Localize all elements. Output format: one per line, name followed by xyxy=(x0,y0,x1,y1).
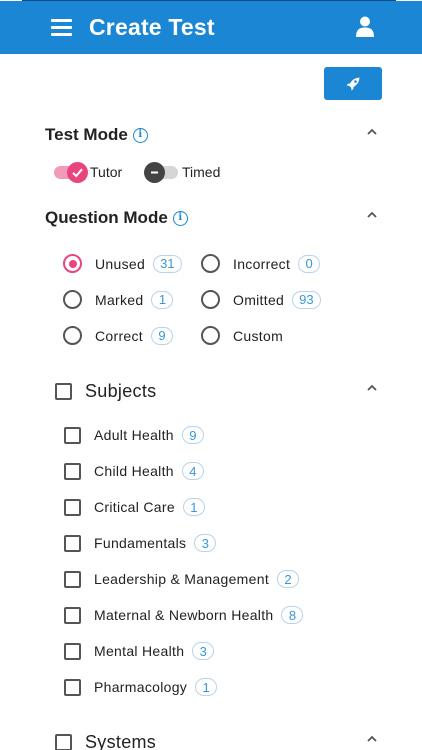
page-title: Create Test xyxy=(89,14,215,40)
subject-item-maternal-newborn-health[interactable]: Maternal & Newborn Health 8 xyxy=(64,606,304,624)
question-mode-option-omitted[interactable]: Omitted 93 xyxy=(201,290,321,309)
count-badge: 1 xyxy=(151,290,174,309)
count-badge: 2 xyxy=(277,570,300,588)
subject-item-child-health[interactable]: Child Health 4 xyxy=(64,462,204,480)
chevron-up-icon[interactable] xyxy=(366,209,378,221)
subjects-select-all[interactable]: Subjects xyxy=(55,381,156,402)
systems-select-all[interactable]: Systems xyxy=(55,732,156,750)
rocket-icon xyxy=(346,77,360,90)
radio-selected[interactable] xyxy=(63,254,82,273)
count-badge: 3 xyxy=(194,534,217,552)
chevron-up-icon[interactable] xyxy=(366,733,378,745)
checkbox[interactable] xyxy=(64,498,81,516)
app-header: Create Test xyxy=(0,1,422,54)
tutor-label: Tutor xyxy=(90,164,123,180)
minus-icon xyxy=(151,171,158,173)
info-icon[interactable]: i xyxy=(172,210,188,226)
question-mode-heading: Question Mode i xyxy=(45,208,188,228)
checkbox[interactable] xyxy=(64,606,81,624)
count-badge: 4 xyxy=(181,462,204,480)
chevron-up-icon[interactable] xyxy=(366,382,378,394)
count-badge: 9 xyxy=(151,326,173,345)
checkbox[interactable] xyxy=(64,534,81,552)
test-mode-title: Test Mode xyxy=(45,125,128,144)
subjects-title: Subjects xyxy=(85,381,157,401)
question-mode-option-incorrect[interactable]: Incorrect 0 xyxy=(201,254,321,273)
subject-item-mental-health[interactable]: Mental Health 3 xyxy=(64,642,215,660)
hamburger-menu-icon[interactable] xyxy=(51,19,72,37)
radio-button[interactable] xyxy=(201,254,220,273)
question-mode-title: Question Mode xyxy=(45,208,168,227)
checkbox[interactable] xyxy=(55,734,72,750)
user-icon[interactable] xyxy=(356,16,374,38)
count-badge: 1 xyxy=(195,678,218,696)
checkbox[interactable] xyxy=(64,678,81,696)
count-badge: 3 xyxy=(192,642,215,660)
count-badge: 8 xyxy=(281,606,304,624)
checkbox[interactable] xyxy=(64,462,81,480)
chevron-up-icon[interactable] xyxy=(366,126,378,138)
tutor-toggle[interactable]: Tutor xyxy=(54,161,123,183)
checkbox[interactable] xyxy=(64,570,81,588)
question-mode-option-unused[interactable]: Unused 31 xyxy=(63,254,182,273)
timed-toggle[interactable]: Timed xyxy=(144,161,221,183)
info-icon[interactable]: i xyxy=(132,127,148,143)
timed-label: Timed xyxy=(182,164,221,180)
count-badge: 31 xyxy=(153,254,182,273)
radio-button[interactable] xyxy=(201,326,220,345)
test-mode-heading: Test Mode i xyxy=(45,125,148,145)
checkbox[interactable] xyxy=(64,426,81,444)
subject-item-fundamentals[interactable]: Fundamentals 3 xyxy=(64,534,217,552)
launch-test-button[interactable] xyxy=(324,67,382,100)
subject-item-adult-health[interactable]: Adult Health 9 xyxy=(64,426,204,444)
question-mode-option-correct[interactable]: Correct 9 xyxy=(63,326,173,345)
question-mode-option-custom[interactable]: Custom xyxy=(201,326,283,345)
checkbox[interactable] xyxy=(55,383,72,400)
question-mode-option-marked[interactable]: Marked 1 xyxy=(63,290,174,309)
radio-button[interactable] xyxy=(63,326,82,345)
subject-item-critical-care[interactable]: Critical Care 1 xyxy=(64,498,205,516)
count-badge: 1 xyxy=(182,498,205,516)
radio-button[interactable] xyxy=(201,290,220,309)
count-badge: 93 xyxy=(292,290,321,309)
checkbox[interactable] xyxy=(64,642,81,660)
subject-item-leadership-management[interactable]: Leadership & Management 2 xyxy=(64,570,300,588)
subject-item-pharmacology[interactable]: Pharmacology 1 xyxy=(64,678,218,696)
count-badge: 9 xyxy=(181,426,204,444)
count-badge: 0 xyxy=(298,254,321,273)
radio-button[interactable] xyxy=(63,290,82,309)
systems-title: Systems xyxy=(85,732,157,750)
check-icon xyxy=(72,168,83,177)
